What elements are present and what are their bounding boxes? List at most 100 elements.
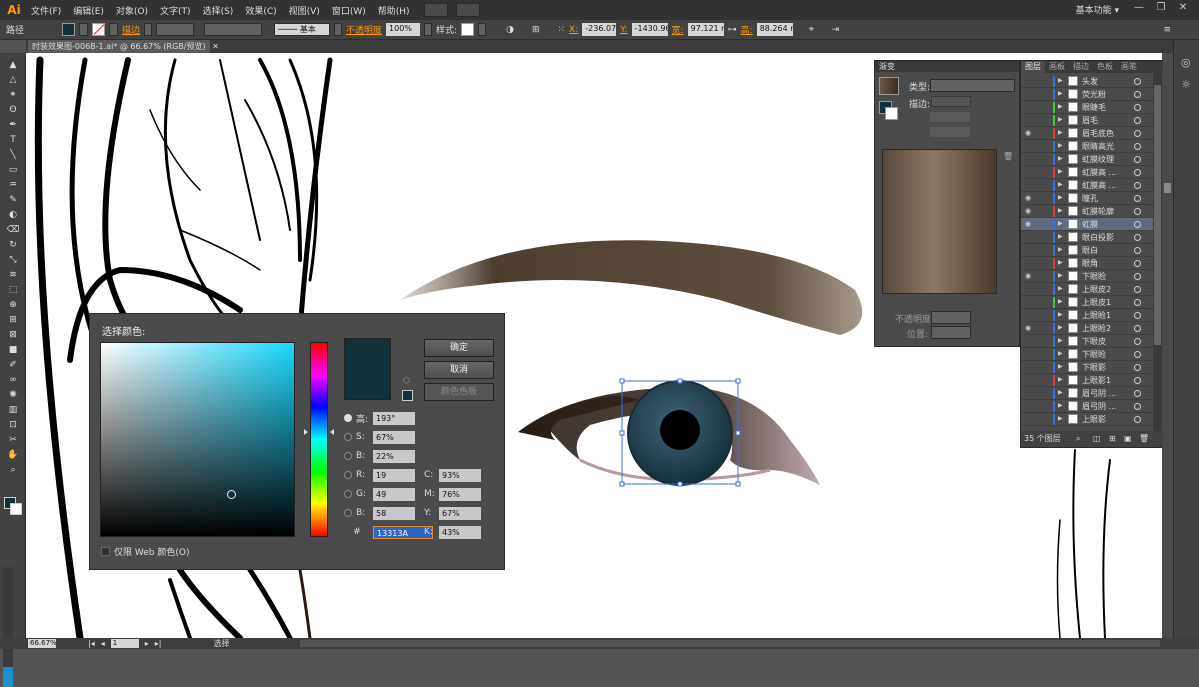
target-circle-icon[interactable] <box>1134 247 1141 254</box>
out-of-gamut-cube-icon[interactable]: ⬡ <box>403 376 410 385</box>
layer-row[interactable]: ◉ ▶ 虹膜轮廓 <box>1021 205 1153 218</box>
y-field[interactable]: -1430.96 <box>631 23 668 36</box>
width-label[interactable]: 宽: <box>672 23 684 36</box>
ok-button[interactable]: 确定 <box>424 339 494 357</box>
locate-object-icon[interactable]: ⌕ <box>1076 431 1080 447</box>
magenta-input[interactable]: 76% <box>439 487 481 501</box>
target-circle-icon[interactable] <box>1134 91 1141 98</box>
target-circle-icon[interactable] <box>1134 273 1141 280</box>
hue-input[interactable]: 193° <box>373 411 415 425</box>
green-input[interactable]: 49 <box>373 487 415 501</box>
variable-width-dropdown[interactable] <box>204 23 263 36</box>
opacity-dropdown[interactable] <box>424 23 433 36</box>
maximize-button[interactable]: ❐ <box>1153 2 1169 16</box>
expand-triangle-icon[interactable]: ▶ <box>1058 415 1063 422</box>
layer-row[interactable]: ▶ 眼睫毛 <box>1021 101 1153 114</box>
visibility-eye-icon[interactable]: ◉ <box>1025 220 1031 228</box>
first-artboard-icon[interactable]: |◂ <box>88 639 95 648</box>
layer-row[interactable]: ▶ 虹膜高 ... <box>1021 179 1153 192</box>
menu-item-1[interactable]: 编辑(E) <box>67 4 110 17</box>
target-circle-icon[interactable] <box>1134 143 1141 150</box>
menu-item-8[interactable]: 帮助(H) <box>372 4 416 17</box>
layer-row[interactable]: ▶ 下眼皮 <box>1021 335 1153 348</box>
layer-row[interactable]: ▶ 虹膜高 ... <box>1021 166 1153 179</box>
opacity-field[interactable]: 100% <box>386 23 421 36</box>
eraser-icon[interactable]: ⌫ <box>6 224 20 236</box>
x-label[interactable]: X: <box>569 25 578 35</box>
expand-triangle-icon[interactable]: ▶ <box>1058 298 1063 305</box>
visibility-eye-icon[interactable]: ◉ <box>1025 207 1031 215</box>
layer-row[interactable]: ▶ 眉弓阴 ... <box>1021 387 1153 400</box>
symbol-sprayer-icon[interactable]: ✺ <box>6 389 20 401</box>
expand-triangle-icon[interactable]: ▶ <box>1058 259 1063 266</box>
layer-row[interactable]: ▶ 上眼影 <box>1021 413 1153 426</box>
mesh-icon[interactable]: ⊠ <box>6 329 20 341</box>
expand-triangle-icon[interactable]: ▶ <box>1058 155 1063 162</box>
graph-icon[interactable]: ▥ <box>6 404 20 416</box>
layers-tab-2[interactable]: 描边 <box>1069 61 1093 73</box>
expand-triangle-icon[interactable]: ▶ <box>1058 207 1063 214</box>
opacity-label[interactable]: 不透明度 <box>346 23 382 36</box>
target-circle-icon[interactable] <box>1134 117 1141 124</box>
target-circle-icon[interactable] <box>1134 156 1141 163</box>
magic-wand-icon[interactable]: ✴ <box>6 89 20 101</box>
lasso-icon[interactable]: ʘ <box>6 104 20 116</box>
expand-triangle-icon[interactable]: ▶ <box>1058 103 1063 110</box>
target-circle-icon[interactable] <box>1134 221 1141 228</box>
layer-row[interactable]: ◉ ▶ 下眼睑 <box>1021 270 1153 283</box>
layers-tab-3[interactable]: 色板 <box>1093 61 1117 73</box>
expand-triangle-icon[interactable]: ▶ <box>1058 272 1063 279</box>
artboard-icon[interactable]: ⊡ <box>6 419 20 431</box>
layer-row[interactable]: ▶ 眉弓阴 ... <box>1021 400 1153 413</box>
artboard-number-field[interactable]: 1 <box>110 639 139 648</box>
expand-triangle-icon[interactable]: ▶ <box>1058 311 1063 318</box>
x-field[interactable]: -236.078 <box>582 23 617 36</box>
saturation-radio[interactable] <box>344 433 352 441</box>
target-circle-icon[interactable] <box>1134 208 1141 215</box>
visibility-eye-icon[interactable]: ◉ <box>1025 129 1031 137</box>
target-circle-icon[interactable] <box>1134 351 1141 358</box>
new-layer-icon[interactable]: ▣ <box>1124 431 1132 447</box>
expand-triangle-icon[interactable]: ▶ <box>1058 246 1063 253</box>
visibility-eye-icon[interactable]: ◉ <box>1025 194 1031 202</box>
layer-row[interactable]: ▶ 上眼皮1 <box>1021 296 1153 309</box>
zoom-icon[interactable]: ⌕ <box>6 464 20 476</box>
align-icon[interactable]: ⊞ <box>532 25 540 35</box>
graphic-style-swatch[interactable] <box>461 23 475 36</box>
make-clipping-mask-icon[interactable]: ◫ <box>1093 431 1101 447</box>
scale-icon[interactable]: ⤡ <box>6 254 20 266</box>
target-circle-icon[interactable] <box>1134 299 1141 306</box>
pencil-icon[interactable]: ✎ <box>6 194 20 206</box>
target-circle-icon[interactable] <box>1134 312 1141 319</box>
shape-builder-icon[interactable]: ⊕ <box>6 299 20 311</box>
stroke-weight-stepper[interactable] <box>144 23 153 36</box>
hue-slider-left-arrow[interactable] <box>304 429 308 435</box>
menu-item-7[interactable]: 窗口(W) <box>326 4 372 17</box>
bridge-button[interactable] <box>423 3 448 17</box>
type-icon[interactable]: T <box>6 134 20 146</box>
fill-swatch[interactable] <box>62 23 76 36</box>
visibility-eye-icon[interactable]: ◉ <box>1025 272 1031 280</box>
target-circle-icon[interactable] <box>1134 182 1141 189</box>
vertical-scrollbar[interactable] <box>1162 53 1173 638</box>
gradient-slider-preview[interactable] <box>882 149 997 294</box>
menu-item-5[interactable]: 效果(C) <box>239 4 282 17</box>
layers-tab-4[interactable]: 画笔 <box>1117 61 1141 73</box>
yellow-input[interactable]: 67% <box>439 506 481 520</box>
stroke-dropdown[interactable] <box>109 23 119 36</box>
fill-dropdown[interactable] <box>79 23 89 36</box>
gradient-tab[interactable]: 渐变 <box>875 61 1019 72</box>
stroke-gradient-buttons[interactable] <box>931 96 971 107</box>
blue-input[interactable]: 58 <box>373 506 415 520</box>
brush-definition-dropdown[interactable]: ──── 基本 <box>274 23 331 36</box>
tools-scroll-thumb[interactable] <box>3 667 13 687</box>
layers-tab-0[interactable]: 图层 <box>1021 61 1045 73</box>
aspect-field[interactable] <box>930 127 970 137</box>
target-circle-icon[interactable] <box>1134 325 1141 332</box>
minimize-button[interactable]: — <box>1131 2 1147 16</box>
target-circle-icon[interactable] <box>1134 286 1141 293</box>
prev-artboard-icon[interactable]: ◂ <box>101 639 105 648</box>
web-safe-swatch[interactable] <box>402 390 413 401</box>
layer-row[interactable]: ▶ 头发 <box>1021 75 1153 88</box>
hue-slider[interactable] <box>310 342 328 537</box>
